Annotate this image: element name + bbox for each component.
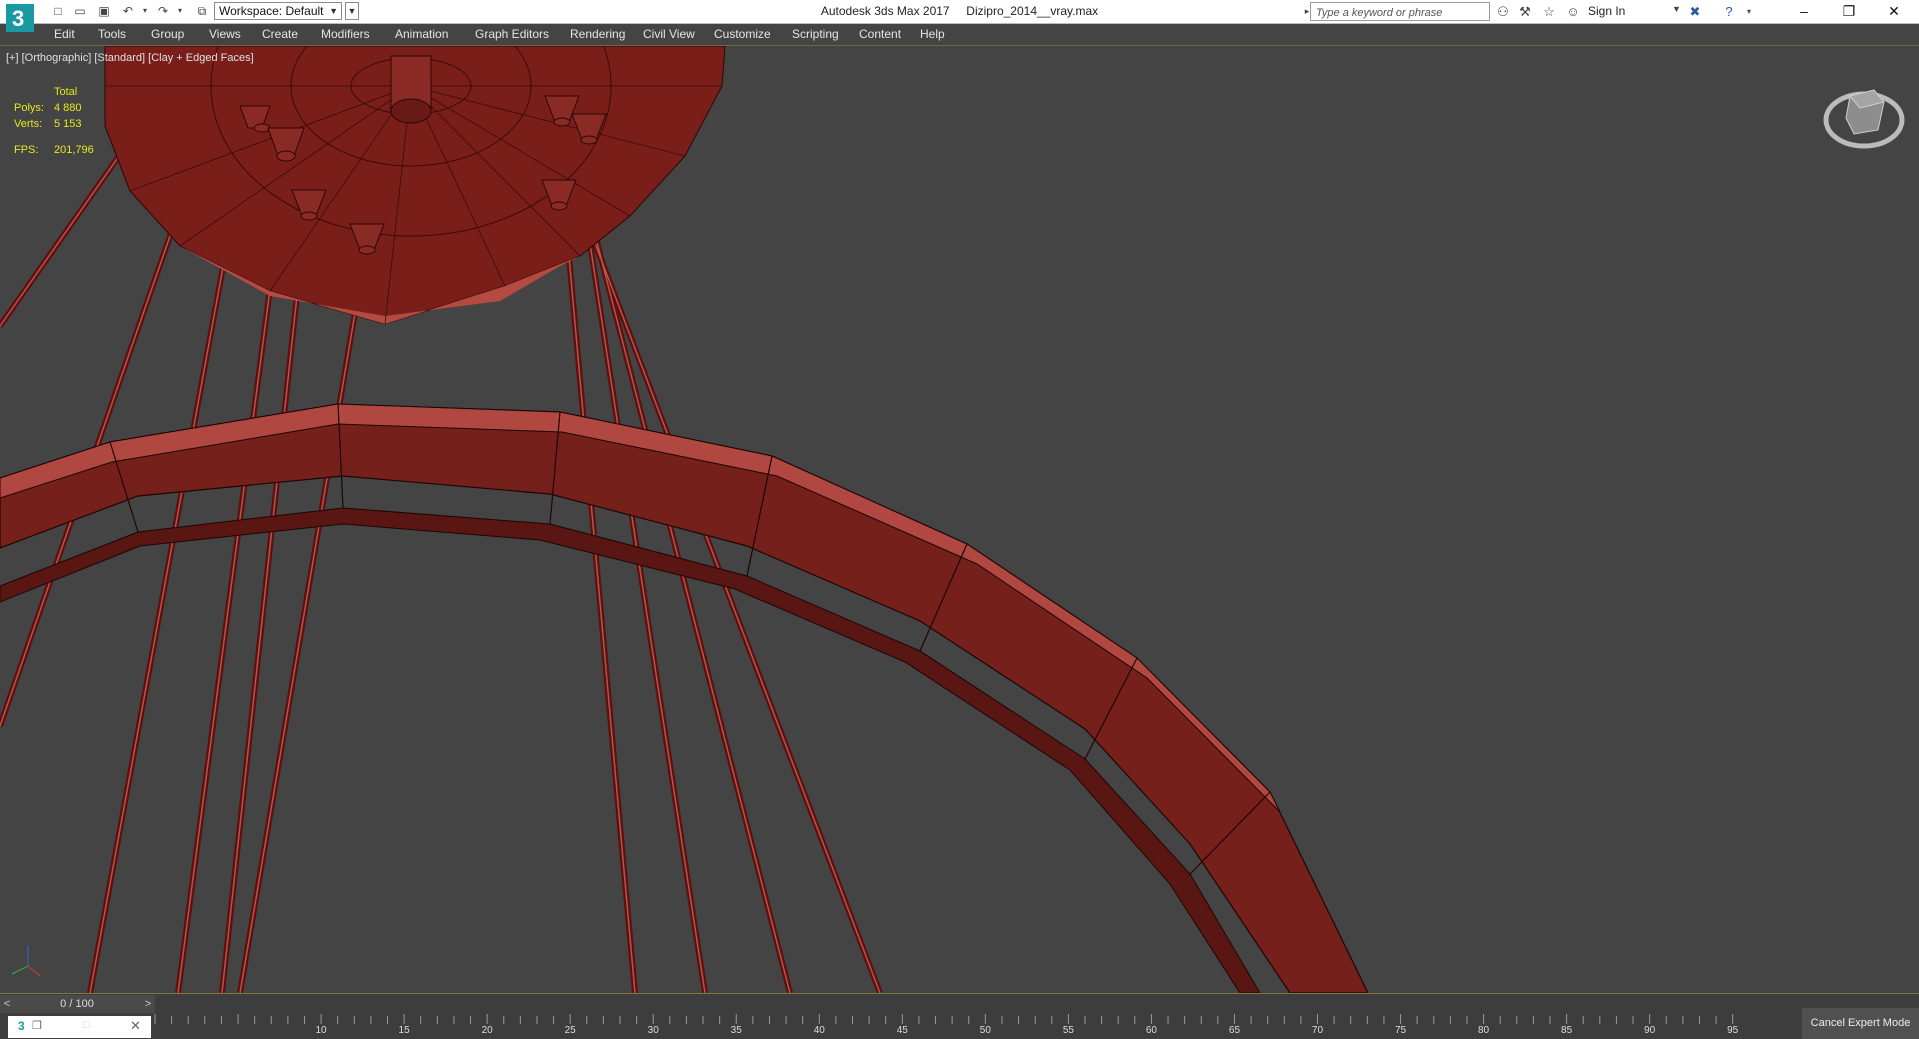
svg-text:3: 3: [12, 6, 24, 31]
timeline-tick-label: 40: [813, 1025, 825, 1036]
fps-value: 201,796: [54, 144, 94, 156]
timeline-tick-label: 30: [647, 1025, 659, 1036]
sign-in-link[interactable]: Sign In: [1588, 4, 1625, 18]
chevron-down-icon[interactable]: ▼: [1672, 4, 1681, 14]
timeline-tick-label: 45: [896, 1025, 908, 1036]
viewcube-icon[interactable]: [1822, 72, 1906, 156]
user-icon[interactable]: ☺: [1564, 3, 1582, 20]
timeline-tick-label: 50: [979, 1025, 991, 1036]
viewport-label[interactable]: [+] [Orthographic] [Standard] [Clay + Ed…: [6, 52, 254, 64]
menu-edit[interactable]: Edit: [54, 27, 75, 41]
menu-create[interactable]: Create: [262, 27, 298, 41]
help-icon[interactable]: ?: [1720, 3, 1738, 20]
undo-icon[interactable]: ↶: [120, 4, 136, 18]
timeline-tick-label: 25: [564, 1025, 576, 1036]
project-folder-icon[interactable]: ⧉: [194, 4, 210, 18]
app-logo-icon[interactable]: 3: [4, 2, 38, 40]
menu-customize[interactable]: Customize: [714, 27, 771, 41]
timeline: < 0 / 100 > 3 ❐ □ ✕ 10 15 20 25 30 35 40 45 50 55…: [0, 993, 1919, 1039]
menu-modifiers[interactable]: Modifiers: [321, 27, 370, 41]
binoculars-icon[interactable]: ⚇: [1494, 3, 1512, 20]
menu-bar: Edit Tools Group Views Create Modifiers …: [0, 24, 1919, 46]
search-field[interactable]: [1310, 2, 1490, 21]
time-slider[interactable]: < 0 / 100 >: [0, 995, 155, 1013]
title-bar: 3 □ ▭ ▣ ↶ ▾ ↷ ▾ ⧉ Workspace: Default ▼ ▼…: [0, 0, 1919, 32]
ceiling-canopy: [104, 46, 726, 325]
statistics-overlay: Total Polys: 4 880 Verts: 5 153 FPS: 201,79…: [14, 84, 94, 158]
restore-mini-icon[interactable]: ❐: [32, 1019, 42, 1032]
menu-scripting[interactable]: Scripting: [792, 27, 839, 41]
timeline-tick-label: 60: [1145, 1025, 1157, 1036]
verts-value: 5 153: [54, 118, 82, 130]
exchange-apps-icon[interactable]: ✖: [1686, 3, 1704, 20]
app-mini-icon: 3: [18, 1019, 25, 1033]
timeline-tick-label: 10: [315, 1025, 327, 1036]
workspace-dropdown[interactable]: Workspace: Default ▼: [214, 2, 342, 20]
next-frame-button[interactable]: >: [141, 996, 155, 1012]
close-mini-icon[interactable]: ✕: [130, 1018, 141, 1034]
open-file-icon[interactable]: ▭: [72, 4, 88, 18]
file-name: Dizipro_2014__vray.max: [966, 4, 1099, 18]
fps-label: FPS:: [14, 144, 39, 156]
app-title: Autodesk 3ds Max 2017: [820, 4, 950, 18]
timeline-tick-label: 70: [1311, 1025, 1324, 1036]
timeline-tick-label: 15: [398, 1025, 410, 1036]
maximize-mini-icon[interactable]: □: [83, 1019, 90, 1031]
close-button[interactable]: ✕: [1871, 0, 1917, 23]
workspace-label: Workspace: Default: [219, 4, 324, 18]
tools-icon[interactable]: ⚒: [1516, 3, 1534, 20]
star-icon[interactable]: ☆: [1540, 3, 1558, 20]
timeline-tick-label: 90: [1644, 1025, 1656, 1036]
minimize-button[interactable]: –: [1781, 0, 1827, 23]
cancel-expert-mode-button[interactable]: Cancel Expert Mode: [1802, 1008, 1919, 1039]
stats-header: Total: [54, 86, 78, 98]
timeline-tick-label: 80: [1478, 1025, 1490, 1036]
menu-content[interactable]: Content: [859, 27, 901, 41]
menu-graph-editors[interactable]: Graph Editors: [475, 27, 549, 41]
frame-counter: 0 / 100: [60, 998, 94, 1010]
viewport-orthographic[interactable]: [+] [Orthographic] [Standard] [Clay + Ed…: [0, 46, 1919, 993]
timeline-tick-label: 95: [1727, 1025, 1739, 1036]
minimized-window-thumb[interactable]: 3 ❐ □ ✕: [8, 1016, 151, 1038]
chandelier-ring: [0, 403, 1369, 993]
timeline-tick-label: 65: [1228, 1025, 1241, 1036]
new-file-icon[interactable]: □: [50, 4, 66, 18]
timeline-tick-label: 55: [1062, 1025, 1074, 1036]
polys-label: Polys:: [14, 102, 44, 114]
menu-civil-view[interactable]: Civil View: [643, 27, 695, 41]
menu-tools[interactable]: Tools: [98, 27, 126, 41]
workspace-menu-button[interactable]: ▼: [345, 2, 359, 20]
menu-group[interactable]: Group: [151, 27, 184, 41]
verts-label: Verts:: [14, 118, 43, 130]
menu-rendering[interactable]: Rendering: [570, 27, 625, 41]
redo-icon[interactable]: ↷: [155, 4, 171, 18]
timeline-tick-label: 75: [1394, 1025, 1407, 1036]
timeline-ruler[interactable]: 101520253035404550556065707580859095100: [151, 1012, 1824, 1038]
timeline-tick-label: 20: [481, 1025, 493, 1036]
polys-value: 4 880: [54, 102, 82, 114]
axis-tripod-icon: [11, 946, 41, 977]
redo-dropdown-icon[interactable]: ▾: [172, 4, 188, 18]
prev-frame-button[interactable]: <: [0, 996, 14, 1012]
menu-help[interactable]: Help: [920, 27, 945, 41]
timeline-tick-label: 85: [1561, 1025, 1573, 1036]
undo-dropdown-icon[interactable]: ▾: [137, 4, 153, 18]
save-file-icon[interactable]: ▣: [96, 4, 112, 18]
menu-views[interactable]: Views: [209, 27, 241, 41]
menu-animation[interactable]: Animation: [395, 27, 448, 41]
restore-button[interactable]: ❐: [1826, 0, 1872, 23]
search-input[interactable]: [1314, 4, 1488, 21]
timeline-tick-label: 35: [730, 1025, 742, 1036]
chevron-down-icon: ▼: [329, 6, 338, 16]
scene-render: [0, 46, 1369, 993]
help-dropdown-icon[interactable]: ▾: [1740, 3, 1758, 20]
